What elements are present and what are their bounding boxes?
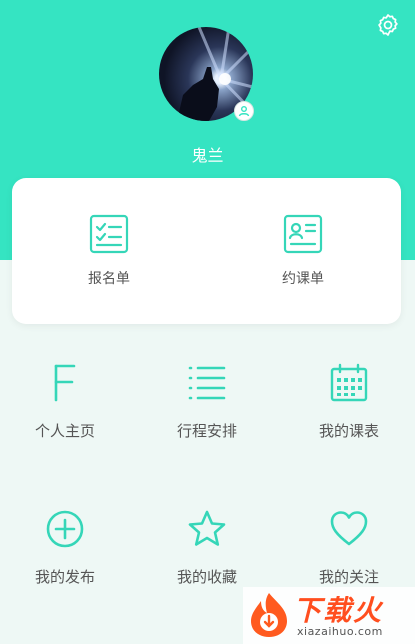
registration-list-label: 报名单 xyxy=(88,271,130,287)
heart-icon xyxy=(330,511,368,546)
checklist-icon xyxy=(89,214,129,254)
schedule-label: 行程安排 xyxy=(176,422,237,440)
my-posts-label: 我的发布 xyxy=(34,568,95,586)
booking-list-button[interactable]: 约课单 xyxy=(206,178,400,324)
my-favorites-label: 我的收藏 xyxy=(176,568,237,586)
watermark: 下载火 xiazaihuo.com xyxy=(243,587,415,644)
personal-homepage-label: 个人主页 xyxy=(34,422,95,440)
f-letter-icon xyxy=(54,364,76,402)
flame-logo-icon xyxy=(251,593,287,637)
watermark-title: 下载火 xyxy=(293,594,384,627)
gear-icon xyxy=(378,14,398,36)
star-icon xyxy=(188,510,226,546)
list-icon xyxy=(188,366,226,400)
registration-list-button[interactable]: 报名单 xyxy=(12,178,206,324)
plus-circle-icon xyxy=(46,510,84,548)
my-timetable-label: 我的课表 xyxy=(318,422,379,440)
booking-list-label: 约课单 xyxy=(282,271,324,287)
my-posts-button[interactable]: 我的发布 xyxy=(0,508,130,618)
user-icon xyxy=(238,106,250,117)
username: 鬼兰 xyxy=(191,146,224,165)
id-card-icon xyxy=(283,214,323,254)
personal-homepage-button[interactable]: 个人主页 xyxy=(0,362,130,472)
my-following-label: 我的关注 xyxy=(318,568,379,586)
settings-button[interactable] xyxy=(375,12,401,38)
orders-card: 报名单 约课单 xyxy=(12,178,401,324)
calendar-icon xyxy=(330,363,368,402)
schedule-button[interactable]: 行程安排 xyxy=(142,362,272,472)
my-timetable-button[interactable]: 我的课表 xyxy=(284,362,414,472)
avatar-badge xyxy=(234,101,254,121)
watermark-url: xiazaihuo.com xyxy=(297,625,383,638)
